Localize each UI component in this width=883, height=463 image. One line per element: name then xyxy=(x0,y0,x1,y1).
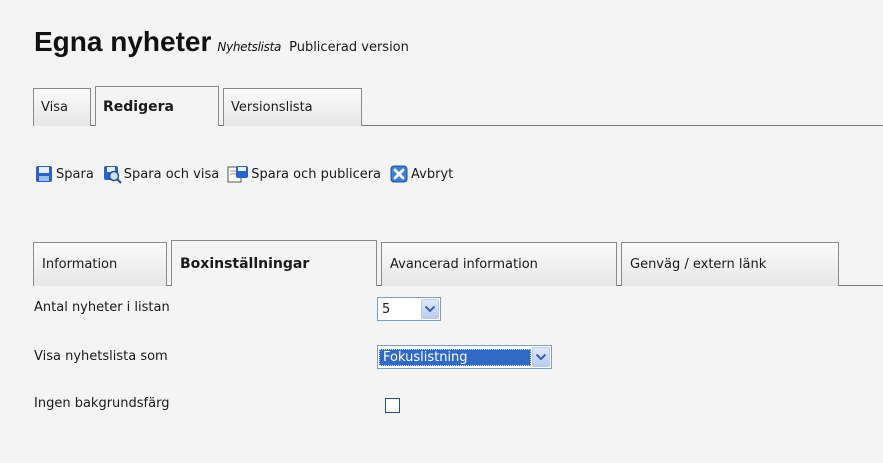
tab-redigera[interactable]: Redigera xyxy=(95,86,219,126)
tab-label: Information xyxy=(42,257,118,272)
save-and-view-button[interactable]: Spara och visa xyxy=(102,164,219,184)
cancel-label: Avbryt xyxy=(411,166,454,182)
save-publish-label: Spara och publicera xyxy=(251,166,382,182)
display-as-value: Fokuslistning xyxy=(379,348,531,366)
tab-visa[interactable]: Visa xyxy=(33,88,91,126)
tab-versionslista[interactable]: Versionslista xyxy=(223,88,362,126)
toolbar: Spara Spara och visa Spara och publicera… xyxy=(34,164,461,184)
tab-label: Avancerad information xyxy=(390,257,538,272)
save-label: Spara xyxy=(56,166,94,182)
tab-label: Boxinställningar xyxy=(180,255,310,272)
cancel-x-icon xyxy=(390,165,408,183)
cancel-button[interactable]: Avbryt xyxy=(389,164,453,184)
save-publish-icon xyxy=(227,166,249,183)
chevron-down-icon[interactable] xyxy=(421,299,439,319)
no-background-label: Ingen bakgrundsfärg xyxy=(34,396,170,411)
save-view-label: Spara och visa xyxy=(123,166,220,182)
version-status: Publicerad version xyxy=(289,40,409,55)
save-view-icon xyxy=(103,166,122,184)
display-as-label: Visa nyhetslista som xyxy=(34,349,168,364)
page-type: Nyhetslista xyxy=(217,40,282,54)
save-and-publish-button[interactable]: Spara och publicera xyxy=(227,164,381,184)
news-count-label: Antal nyheter i listan xyxy=(34,300,170,315)
tab-label: Visa xyxy=(41,100,68,115)
news-count-select[interactable]: 5 xyxy=(377,297,441,321)
floppy-disk-icon xyxy=(36,166,52,182)
save-button[interactable]: Spara xyxy=(34,164,94,184)
page-title: Egna nyheter xyxy=(34,26,212,57)
tab-label: Redigera xyxy=(103,98,174,115)
tab-label: Genväg / extern länk xyxy=(630,257,767,272)
sub-tabs: Information Boxinställningar Avancerad i… xyxy=(33,240,843,286)
tab-genvag-extern-lank[interactable]: Genväg / extern länk xyxy=(621,242,839,286)
page-header: Egna nyheter Nyhetslista Publicerad versio… xyxy=(34,26,409,66)
news-count-value: 5 xyxy=(382,301,391,317)
tab-boxinstallningar[interactable]: Boxinställningar xyxy=(171,240,377,286)
tab-label: Versionslista xyxy=(231,100,313,115)
display-as-select[interactable]: Fokuslistning xyxy=(377,345,552,369)
tab-avancerad-information[interactable]: Avancerad information xyxy=(381,242,617,286)
chevron-down-icon[interactable] xyxy=(532,347,550,367)
tab-information[interactable]: Information xyxy=(33,242,167,286)
no-background-checkbox[interactable] xyxy=(385,398,400,413)
main-tabs: Visa Redigera Versionslista xyxy=(33,86,366,126)
